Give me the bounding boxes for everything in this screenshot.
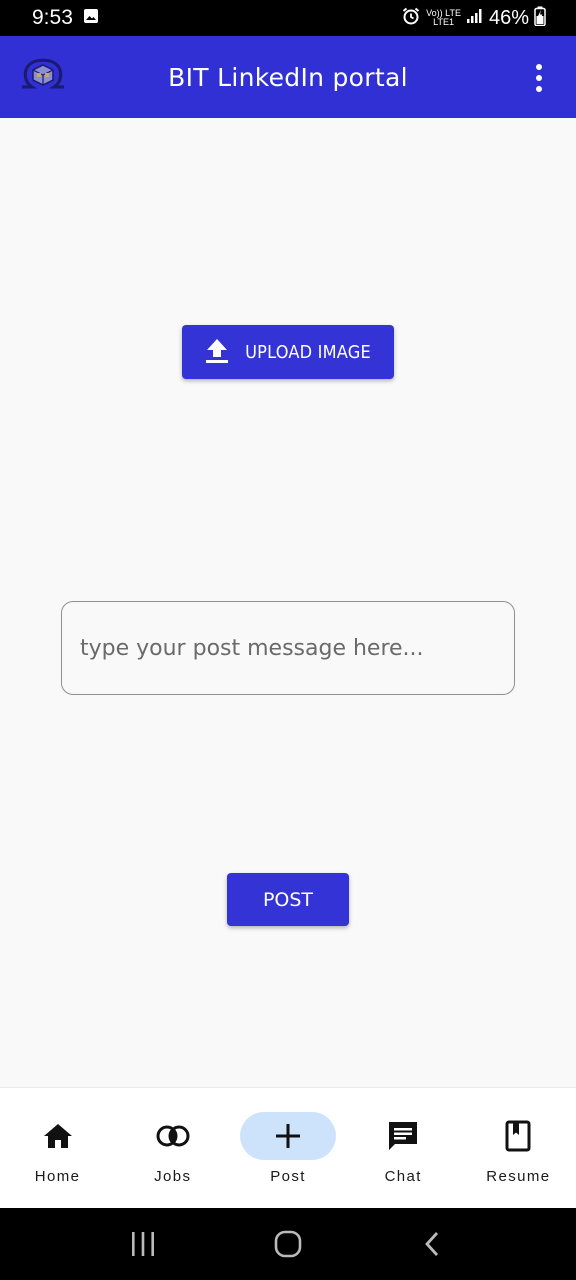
nav-label-chat: Chat [384,1168,422,1185]
signal-icon [466,8,484,29]
upload-image-label: UPLOAD IMAGE [245,341,371,363]
chat-icon [355,1112,451,1160]
network-indicator: Vo)) LTE LTE1 [426,9,461,27]
nav-item-home[interactable]: Home [0,1088,115,1208]
plus-icon [240,1112,336,1160]
more-vert-icon[interactable] [528,63,550,93]
omega-cube-logo-icon[interactable] [16,56,70,92]
screen: 9:53 Vo)) LTE LTE1 46% BIT LinkedIn port… [0,0,576,1280]
post-button[interactable]: POST [227,873,349,926]
nav-item-jobs[interactable]: Jobs [115,1088,230,1208]
recents-icon[interactable] [113,1214,173,1274]
home-circle-icon[interactable] [258,1214,318,1274]
post-message-input[interactable] [61,601,515,695]
system-navigation-bar [0,1208,576,1280]
bottom-navigation: Home Jobs Post Chat Resume [0,1087,576,1208]
nav-label-home: Home [34,1168,81,1185]
app-bar: BIT LinkedIn portal [0,36,576,118]
upload-image-button[interactable]: UPLOAD IMAGE [182,325,394,379]
nav-label-post: Post [270,1168,306,1185]
status-right: Vo)) LTE LTE1 46% [401,6,546,31]
nav-item-chat[interactable]: Chat [346,1088,461,1208]
status-time: 9:53 [32,6,73,29]
back-icon[interactable] [403,1214,463,1274]
status-left: 9:53 [32,6,99,30]
nav-label-jobs: Jobs [154,1168,192,1185]
network-bottom-text: LTE1 [433,17,454,27]
nav-item-resume[interactable]: Resume [461,1088,576,1208]
gallery-notification-icon [83,8,99,28]
alarm-icon [401,6,421,31]
nav-label-resume: Resume [486,1168,551,1185]
status-bar: 9:53 Vo)) LTE LTE1 46% [0,0,576,36]
nav-item-post[interactable]: Post [230,1088,345,1208]
home-icon [10,1112,106,1160]
battery-icon [534,6,546,31]
page-title: BIT LinkedIn portal [168,62,408,92]
upload-icon [205,336,229,369]
jobs-rings-icon [125,1112,221,1160]
battery-percent: 46% [488,6,529,29]
bookmark-book-icon [470,1112,566,1160]
